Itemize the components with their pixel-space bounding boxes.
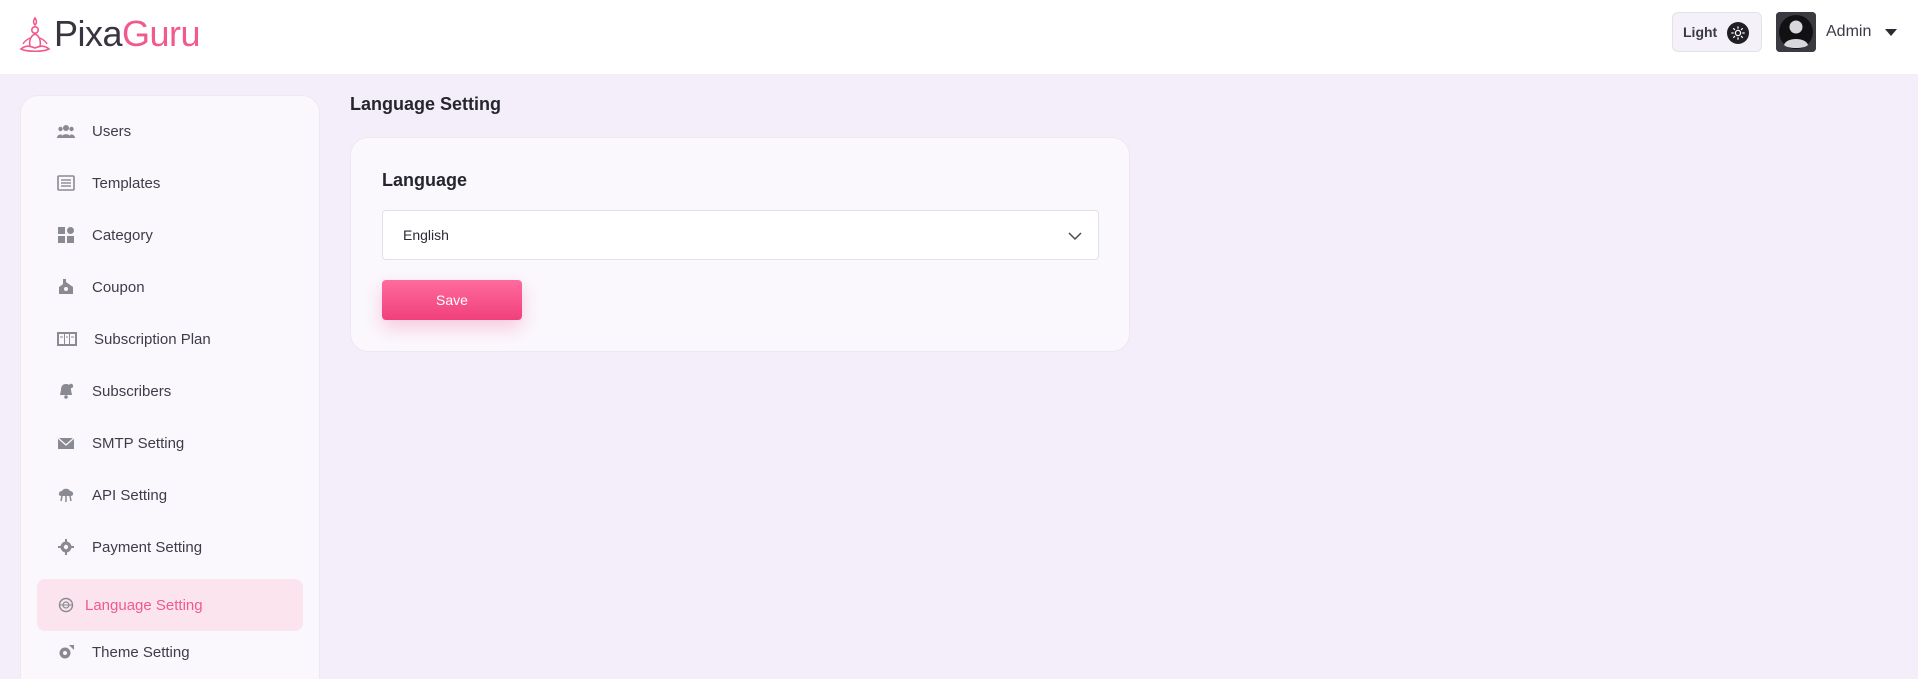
subscription-icon xyxy=(57,332,77,346)
language-select-value: English xyxy=(403,227,449,243)
user-menu[interactable]: Admin xyxy=(1776,12,1898,52)
sidebar-item-language-setting[interactable]: Language Setting xyxy=(37,579,303,631)
logo[interactable]: PixaGuru xyxy=(18,13,201,54)
sidebar-item-label: Subscription Plan xyxy=(94,330,211,348)
chevron-down-icon xyxy=(1885,28,1898,36)
subscribers-icon xyxy=(60,383,74,399)
language-select[interactable]: English xyxy=(382,210,1099,260)
sidebar-item-label: Theme Setting xyxy=(92,643,190,661)
sidebar-item-label: Language Setting xyxy=(85,596,203,614)
mail-icon xyxy=(57,437,75,449)
sidebar-item-label: Coupon xyxy=(92,278,145,296)
category-icon xyxy=(58,227,74,243)
sidebar-item-subscription-plan[interactable]: Subscription Plan xyxy=(37,313,303,365)
sidebar-item-templates[interactable]: Templates xyxy=(37,157,303,209)
sidebar-item-payment-setting[interactable]: Payment Setting xyxy=(37,521,303,573)
brand-name-part2: Guru xyxy=(122,13,201,54)
sidebar-item-label: Payment Setting xyxy=(92,538,203,556)
top-bar: PixaGuru Light Admin xyxy=(0,0,1918,74)
sidebar-item-subscribers[interactable]: Subscribers xyxy=(37,365,303,417)
globe-icon xyxy=(58,597,74,613)
sidebar-item-label: Users xyxy=(92,122,132,140)
avatar xyxy=(1776,12,1816,52)
sidebar-item-theme-setting[interactable]: Theme Setting xyxy=(37,626,303,678)
sidebar-item-coupon[interactable]: Coupon xyxy=(37,261,303,313)
language-card: Language English Save xyxy=(350,137,1130,352)
sidebar: Users Templates Category Coupon Subscrip… xyxy=(20,95,320,679)
sidebar-item-api-setting[interactable]: API Setting xyxy=(37,469,303,521)
brand-name-part1: Pixa xyxy=(54,13,123,54)
templates-icon xyxy=(57,175,75,191)
sidebar-item-smtp-setting[interactable]: SMTP Setting xyxy=(37,417,303,469)
sun-icon xyxy=(1727,22,1749,44)
theme-icon xyxy=(59,645,74,659)
users-icon xyxy=(57,125,75,138)
save-button[interactable]: Save xyxy=(382,280,522,320)
sidebar-item-label: Subscribers xyxy=(92,382,172,400)
sidebar-item-label: API Setting xyxy=(92,486,168,504)
sidebar-item-label: SMTP Setting xyxy=(92,434,185,452)
user-name: Admin xyxy=(1826,23,1872,40)
coupon-icon xyxy=(59,279,73,294)
theme-toggle-label: Light xyxy=(1683,24,1718,40)
theme-toggle-button[interactable]: Light xyxy=(1672,12,1762,52)
brand-name: PixaGuru xyxy=(54,13,201,54)
gear-icon xyxy=(58,539,74,555)
chevron-down-icon xyxy=(1068,232,1082,241)
sidebar-item-category[interactable]: Category xyxy=(37,209,303,261)
page-title: Language Setting xyxy=(350,94,502,114)
meditation-logo-icon xyxy=(19,16,51,53)
card-title: Language xyxy=(382,170,468,190)
sidebar-item-label: Category xyxy=(92,226,153,244)
sidebar-item-users[interactable]: Users xyxy=(37,105,303,157)
api-icon xyxy=(58,488,74,502)
sidebar-item-label: Templates xyxy=(92,174,161,192)
